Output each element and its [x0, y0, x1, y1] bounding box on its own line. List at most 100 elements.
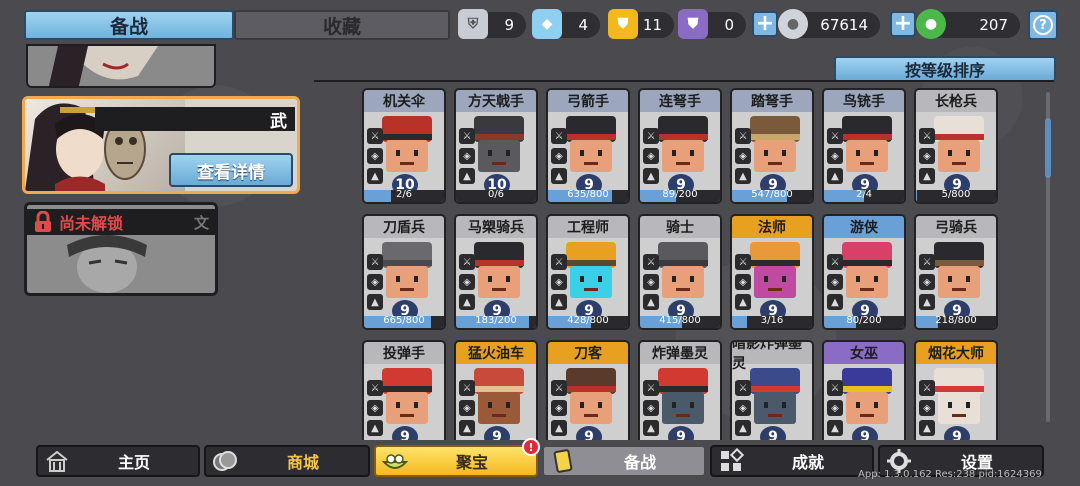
unit-card[interactable]: 刀盾兵 ⚔ ◈ ▲ 9 665/800 [362, 214, 446, 330]
lock-icon [35, 211, 51, 232]
treasure-bowl-icon [382, 454, 408, 469]
sword-icon: ⚔ [735, 380, 751, 396]
add-gems-button[interactable]: + [890, 11, 916, 37]
unit-progress-bar: 2/4 [824, 189, 904, 202]
unit-card[interactable]: 方天戟手 ⚔ ◈ ▲ 10 0/6 [454, 88, 538, 204]
nav-achievements[interactable]: 成就 [710, 445, 874, 477]
unit-progress-bar: 635/800 [548, 189, 628, 202]
boot-icon: ▲ [735, 294, 751, 310]
unit-portrait [658, 116, 708, 172]
top-bar: 备战 收藏 ⛨ 9 ◆ 4 ⛊ 11 ⛊ 0 + ● 67614 + ● 207… [0, 0, 1080, 46]
sword-icon: ⚔ [827, 254, 843, 270]
sort-by-level-button[interactable]: 按等级排序 [834, 56, 1056, 82]
sword-icon: ⚔ [643, 128, 659, 144]
unit-card[interactable]: 踏弩手 ⚔ ◈ ▲ 9 547/800 [730, 88, 814, 204]
unit-portrait [750, 116, 800, 172]
unit-card[interactable]: 投弹手 ⚔ ◈ ▲ 9 [362, 340, 446, 440]
sword-icon: ⚔ [735, 254, 751, 270]
unit-progress-text: 428/800 [567, 315, 609, 326]
tab-collection[interactable]: 收藏 [234, 10, 450, 40]
divider [314, 80, 1054, 82]
unit-portrait [566, 242, 616, 298]
unit-portrait [842, 242, 892, 298]
add-coins-button[interactable]: + [752, 11, 778, 37]
unit-progress-text: 2/4 [855, 189, 873, 200]
shield-icon: ◈ [827, 148, 843, 164]
boot-icon: ▲ [643, 294, 659, 310]
unit-portrait [474, 116, 524, 172]
resource-value: 11 [642, 16, 662, 34]
resource-silver-shield: ⛨ 9 [458, 9, 526, 39]
shield-icon: ◈ [919, 274, 935, 290]
hero-card-locked[interactable]: 尚未解锁 文 [24, 202, 218, 296]
tab-prepare[interactable]: 备战 [24, 10, 234, 40]
unit-progress-text: 2/6 [395, 189, 413, 200]
unit-portrait [934, 116, 984, 172]
unit-progress-bar: 2/6 [364, 189, 444, 202]
unit-card[interactable]: 鸟铳手 ⚔ ◈ ▲ 9 2/4 [822, 88, 906, 204]
sword-icon: ⚔ [643, 254, 659, 270]
shield-icon: ◈ [735, 148, 751, 164]
unit-card[interactable]: 女巫 ⚔ ◈ ▲ 9 [822, 340, 906, 440]
nav-home[interactable]: 主页 [36, 445, 200, 477]
unit-card[interactable]: 连弩手 ⚔ ◈ ▲ 9 89/200 [638, 88, 722, 204]
unit-card[interactable]: 游侠 ⚔ ◈ ▲ 9 80/200 [822, 214, 906, 330]
unit-progress-bar: 89/200 [640, 189, 720, 202]
unit-level: 9 [944, 426, 970, 440]
unit-portrait [566, 368, 616, 424]
unit-progress-bar: 5/800 [916, 189, 996, 202]
hero-card-selected[interactable]: 武 查看详情 [22, 96, 300, 194]
nav-prepare[interactable]: 备战 [542, 445, 706, 477]
locked-badge: 文 [193, 213, 209, 232]
resource-value: 207 [979, 16, 1008, 34]
help-button[interactable]: ? [1028, 10, 1058, 40]
unit-card[interactable]: 炸弹墨灵 ⚔ ◈ ▲ 9 [638, 340, 722, 440]
unit-portrait [750, 242, 800, 298]
resource-value: 4 [578, 16, 588, 34]
unit-portrait [842, 368, 892, 424]
unit-card[interactable]: 法师 ⚔ ◈ ▲ 9 3/16 [730, 214, 814, 330]
hero-portrait-partial [28, 46, 214, 86]
unit-progress-text: 635/800 [567, 189, 609, 200]
unit-card[interactable]: 马槊骑兵 ⚔ ◈ ▲ 9 183/200 [454, 214, 538, 330]
unit-card[interactable]: 弓骑兵 ⚔ ◈ ▲ 9 218/800 [914, 214, 998, 330]
sword-icon: ⚔ [551, 380, 567, 396]
sword-icon: ⚔ [919, 254, 935, 270]
shield-icon: ◈ [367, 400, 383, 416]
resource-green-gem: ● 207 [916, 9, 1020, 39]
unit-card[interactable]: 机关伞 ⚔ ◈ ▲ 10 2/6 [362, 88, 446, 204]
unit-name: 刀盾兵 [383, 220, 425, 236]
boot-icon: ▲ [551, 168, 567, 184]
unit-progress-text: 415/800 [659, 315, 701, 326]
hero-card-partial[interactable] [26, 44, 216, 88]
nav-treasure[interactable]: 聚宝 [374, 445, 538, 477]
shield-icon: ◈ [459, 274, 475, 290]
unit-progress-text: 665/800 [383, 315, 425, 326]
unit-card[interactable]: 暗影炸弹墨灵 ⚔ ◈ ▲ 9 [730, 340, 814, 440]
sword-icon: ⚔ [459, 128, 475, 144]
resource-value: 0 [724, 16, 734, 34]
boot-icon: ▲ [367, 294, 383, 310]
shield-icon: ◈ [459, 148, 475, 164]
unit-card[interactable]: 刀客 ⚔ ◈ ▲ 9 [546, 340, 630, 440]
unit-card[interactable]: 猛火油车 ⚔ ◈ ▲ 9 [454, 340, 538, 440]
unit-card[interactable]: 弓箭手 ⚔ ◈ ▲ 9 635/800 [546, 88, 630, 204]
unit-portrait [474, 242, 524, 298]
sword-icon: ⚔ [367, 128, 383, 144]
unit-progress-bar: 428/800 [548, 315, 628, 328]
unit-card[interactable]: 烟花大师 ⚔ ◈ ▲ 9 [914, 340, 998, 440]
hero-name: 武 [95, 107, 295, 132]
nav-shop[interactable]: 商城 [204, 445, 370, 477]
boot-icon: ▲ [919, 168, 935, 184]
unit-progress-bar: 415/800 [640, 315, 720, 328]
unit-card[interactable]: 工程师 ⚔ ◈ ▲ 9 428/800 [546, 214, 630, 330]
unit-name: 弓箭手 [567, 94, 609, 110]
sword-icon: ⚔ [919, 380, 935, 396]
unit-portrait [382, 242, 432, 298]
card-icon [553, 449, 573, 473]
unit-card[interactable]: 骑士 ⚔ ◈ ▲ 9 415/800 [638, 214, 722, 330]
scrollbar-thumb[interactable] [1045, 118, 1051, 178]
unit-card[interactable]: 长枪兵 ⚔ ◈ ▲ 9 5/800 [914, 88, 998, 204]
view-details-button[interactable]: 查看详情 [169, 153, 293, 187]
purple-badge-icon: ⛊ [678, 9, 708, 39]
